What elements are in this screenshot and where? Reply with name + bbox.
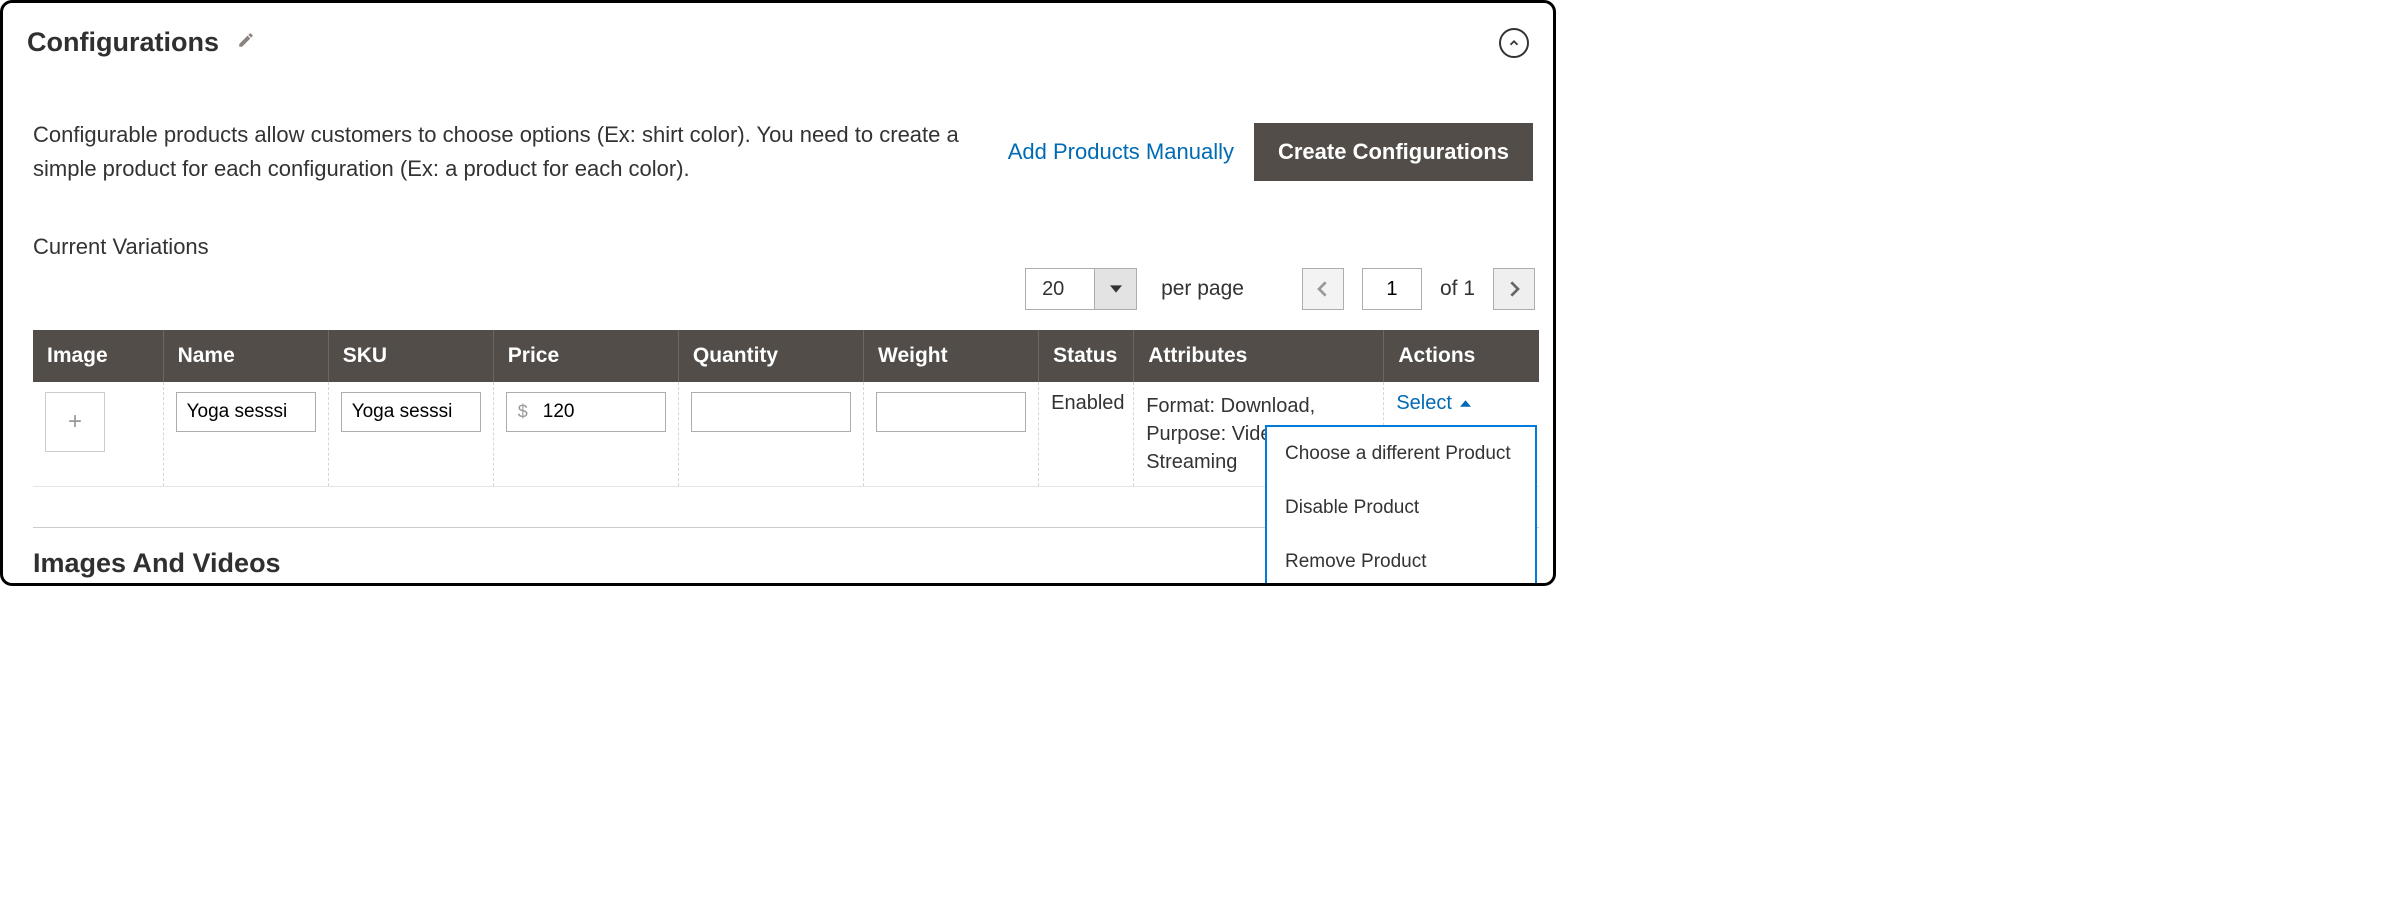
current-variations-title: Current Variations: [33, 234, 1539, 260]
status-value: Enabled: [1051, 392, 1124, 414]
col-header-name: Name: [163, 330, 328, 382]
page-number-input[interactable]: [1362, 268, 1422, 310]
add-products-manually-link[interactable]: Add Products Manually: [1008, 139, 1234, 165]
col-header-quantity: Quantity: [678, 330, 863, 382]
caret-up-icon: [1460, 398, 1471, 409]
col-header-sku: SKU: [328, 330, 493, 382]
per-page-dropdown-toggle[interactable]: [1095, 268, 1137, 310]
section-title: Configurations: [27, 27, 219, 58]
col-header-image: Image: [33, 330, 163, 382]
quantity-input[interactable]: [691, 392, 851, 432]
page-of-label: of 1: [1440, 277, 1475, 301]
sku-input[interactable]: [341, 392, 481, 432]
plus-icon: +: [68, 408, 82, 436]
row-actions-dropdown: Choose a different Product Disable Produ…: [1265, 425, 1537, 586]
per-page-label: per page: [1161, 277, 1244, 301]
col-header-attributes: Attributes: [1134, 330, 1384, 382]
per-page-value[interactable]: 20: [1025, 268, 1095, 310]
dropdown-remove-product[interactable]: Remove Product: [1267, 535, 1535, 586]
dropdown-disable-product[interactable]: Disable Product: [1267, 481, 1535, 535]
dropdown-choose-different-product[interactable]: Choose a different Product: [1267, 427, 1535, 481]
col-header-actions: Actions: [1384, 330, 1539, 382]
col-header-weight: Weight: [864, 330, 1039, 382]
row-actions-select[interactable]: Select: [1396, 392, 1471, 415]
col-header-status: Status: [1039, 330, 1134, 382]
name-input[interactable]: [176, 392, 316, 432]
weight-input[interactable]: [876, 392, 1026, 432]
next-page-button[interactable]: [1493, 268, 1535, 310]
collapse-toggle[interactable]: [1499, 28, 1529, 58]
prev-page-button[interactable]: [1302, 268, 1344, 310]
intro-description: Configurable products allow customers to…: [33, 118, 963, 186]
create-configurations-button[interactable]: Create Configurations: [1254, 123, 1533, 181]
col-header-price: Price: [493, 330, 678, 382]
price-input[interactable]: [506, 392, 666, 432]
select-label: Select: [1396, 392, 1452, 415]
edit-icon[interactable]: [237, 31, 255, 55]
image-upload-button[interactable]: +: [45, 392, 105, 452]
currency-symbol: $: [518, 402, 528, 423]
